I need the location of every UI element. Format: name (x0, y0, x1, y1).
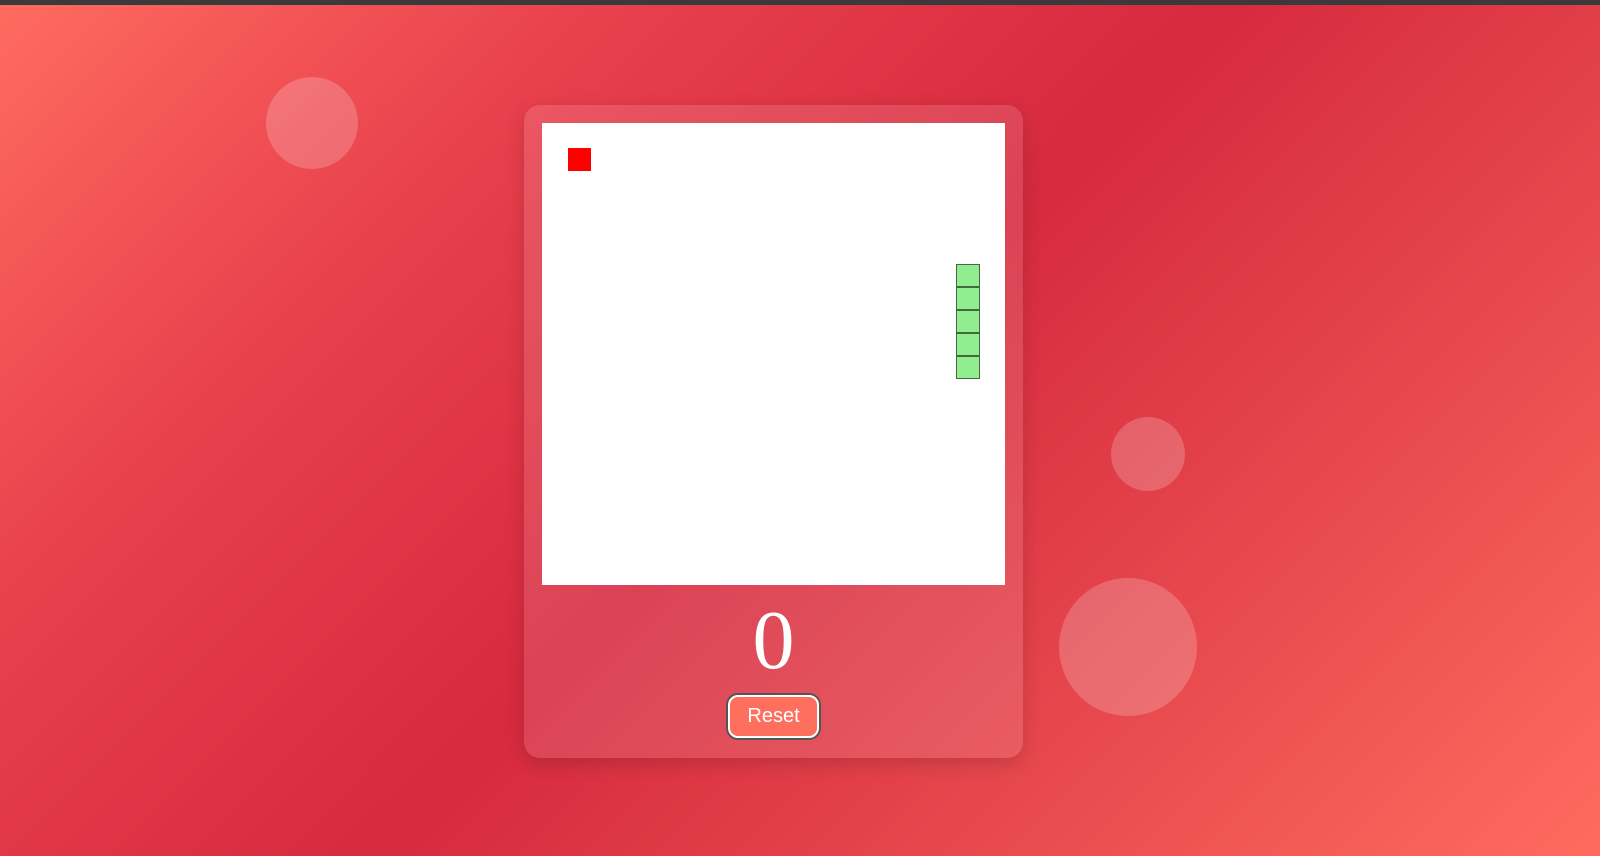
decorative-bubble (1059, 578, 1197, 716)
reset-button[interactable]: Reset (728, 695, 819, 738)
game-board[interactable] (542, 123, 1005, 585)
decorative-bubble (1111, 417, 1185, 491)
decorative-bubble (266, 77, 358, 169)
snake-segment (956, 310, 980, 333)
snake-segment (956, 264, 980, 287)
food-item (568, 148, 591, 171)
snake-segment (956, 333, 980, 356)
game-card: 0 Reset (524, 105, 1023, 758)
snake-segment (956, 287, 980, 310)
window-top-bar (0, 0, 1600, 5)
score-display: 0 (752, 594, 795, 687)
snake-segment (956, 356, 980, 379)
